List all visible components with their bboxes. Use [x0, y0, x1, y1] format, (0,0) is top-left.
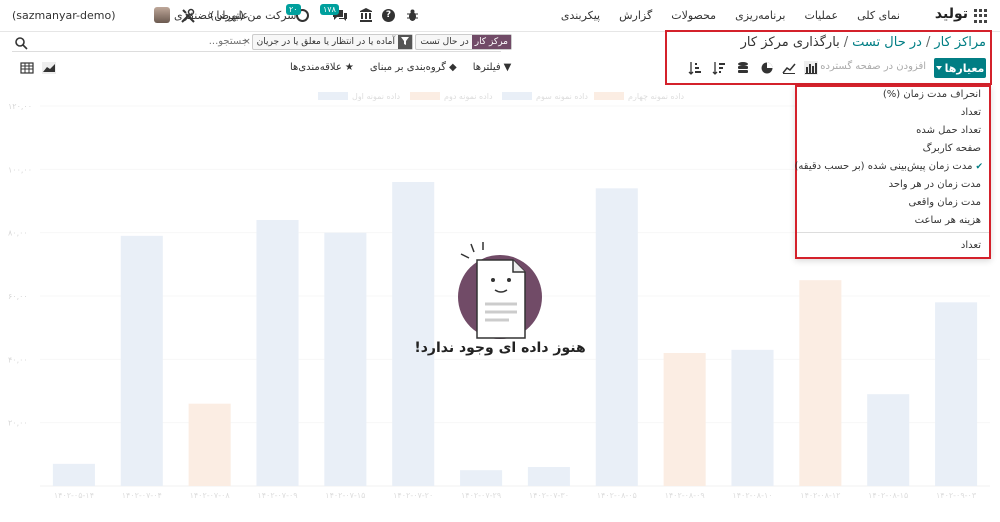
search-icon[interactable] [14, 36, 28, 50]
search-bar: مرکز کار در حال تست × آماده یا در انتظار… [12, 34, 512, 52]
measure-quantity-produced[interactable]: تعداد حمل شده [916, 125, 981, 136]
menu-item-products[interactable]: محصولات [671, 9, 716, 22]
measure-expected-duration-label: مدت زمان پیش‌بینی شده (بر حسب دقیقه) [794, 161, 973, 172]
app-brand[interactable]: تولید [935, 6, 968, 22]
favorites-button[interactable]: ★ علاقه‌مندی‌ها [290, 62, 354, 73]
groupby-button[interactable]: ◆ گروه‌بندی بر مبنای [370, 62, 457, 73]
dropdown-divider [797, 232, 989, 233]
measure-real-duration[interactable]: مدت زمان واقعی [909, 197, 982, 208]
top-navbar: تولید نمای کلی عملیات برنامه‌ریزی محصولا… [0, 0, 1000, 32]
menu-item-reporting[interactable]: گزارش [619, 9, 652, 22]
filters-button[interactable]: ▼ فیلترها [473, 62, 512, 73]
measure-expected-duration[interactable]: ✔مدت زمان پیش‌بینی شده (بر حسب دقیقه) [795, 161, 983, 172]
facet-remove-icon[interactable]: × [240, 35, 254, 49]
measure-quantity[interactable]: تعداد [961, 107, 981, 118]
app-menu-icon[interactable] [974, 9, 988, 23]
facet-label: مرکز کار [471, 35, 511, 49]
filter-icon [398, 35, 412, 49]
search-panel-options: ▼ فیلترها ◆ گروه‌بندی بر مبنای ★ علاقه‌مندی… [290, 62, 511, 73]
measure-count[interactable]: تعداد [961, 240, 981, 251]
empty-state-title: هنوز داده ای وجود ندارد! [414, 340, 586, 356]
pivot-view-icon[interactable] [20, 62, 34, 74]
search-input[interactable] [168, 36, 248, 47]
tools-icon[interactable] [180, 8, 196, 24]
facet-value: آماده یا در انتظار یا معلق یا در جریان [256, 37, 395, 47]
measure-duration-per-unit[interactable]: مدت زمان در هر واحد [889, 179, 981, 190]
filters-label: فیلترها [472, 62, 501, 73]
menu-item-overview[interactable]: نمای کلی [857, 9, 900, 22]
systray: (sazmanyar-demo) علیرضا غضنفری شرکت من (… [0, 0, 430, 32]
graph-view-icon[interactable] [42, 62, 56, 74]
menu-item-configuration[interactable]: پیکربندی [561, 9, 600, 22]
chat-count-badge: ۱۷۸ [320, 4, 339, 15]
bug-icon[interactable] [407, 9, 418, 22]
activity-count-badge: ۲۰ [286, 4, 301, 15]
search-facet-workcenter: مرکز کار در حال تست × [407, 34, 512, 50]
company-switcher[interactable]: شرکت من (تهران) [210, 9, 297, 22]
measure-worksheet[interactable]: صفحه کاربرگ [923, 143, 981, 154]
menu-item-operations[interactable]: عملیات [804, 9, 838, 22]
database-name[interactable]: (sazmanyar-demo) [12, 9, 116, 22]
facet-value: در حال تست [420, 37, 469, 47]
measures-dropdown: انحراف مدت زمان (%) تعداد تعداد حمل شده … [795, 85, 991, 259]
menu-item-planning[interactable]: برنامه‌ریزی [735, 9, 785, 22]
search-facet-state: آماده یا در انتظار یا معلق یا در جریان × [243, 34, 413, 50]
avatar[interactable] [154, 7, 170, 23]
groupby-label: گروه‌بندی بر مبنای [369, 62, 446, 73]
measure-duration-deviation[interactable]: انحراف مدت زمان (%) [883, 89, 981, 100]
highlight-annotation [665, 30, 992, 85]
building-icon[interactable] [360, 8, 372, 22]
main-menu: نمای کلی عملیات برنامه‌ریزی محصولات گزار… [561, 9, 900, 22]
filter-icon: ▼ [503, 62, 512, 73]
empty-state-illustration [458, 242, 542, 339]
favorites-label: علاقه‌مندی‌ها [290, 62, 342, 73]
layers-icon: ◆ [448, 62, 457, 73]
measure-cost-per-hour[interactable]: هزینه هر ساعت [915, 215, 981, 226]
check-icon: ✔ [975, 162, 983, 172]
star-icon: ★ [344, 62, 354, 73]
help-icon[interactable]: ? [382, 9, 395, 22]
